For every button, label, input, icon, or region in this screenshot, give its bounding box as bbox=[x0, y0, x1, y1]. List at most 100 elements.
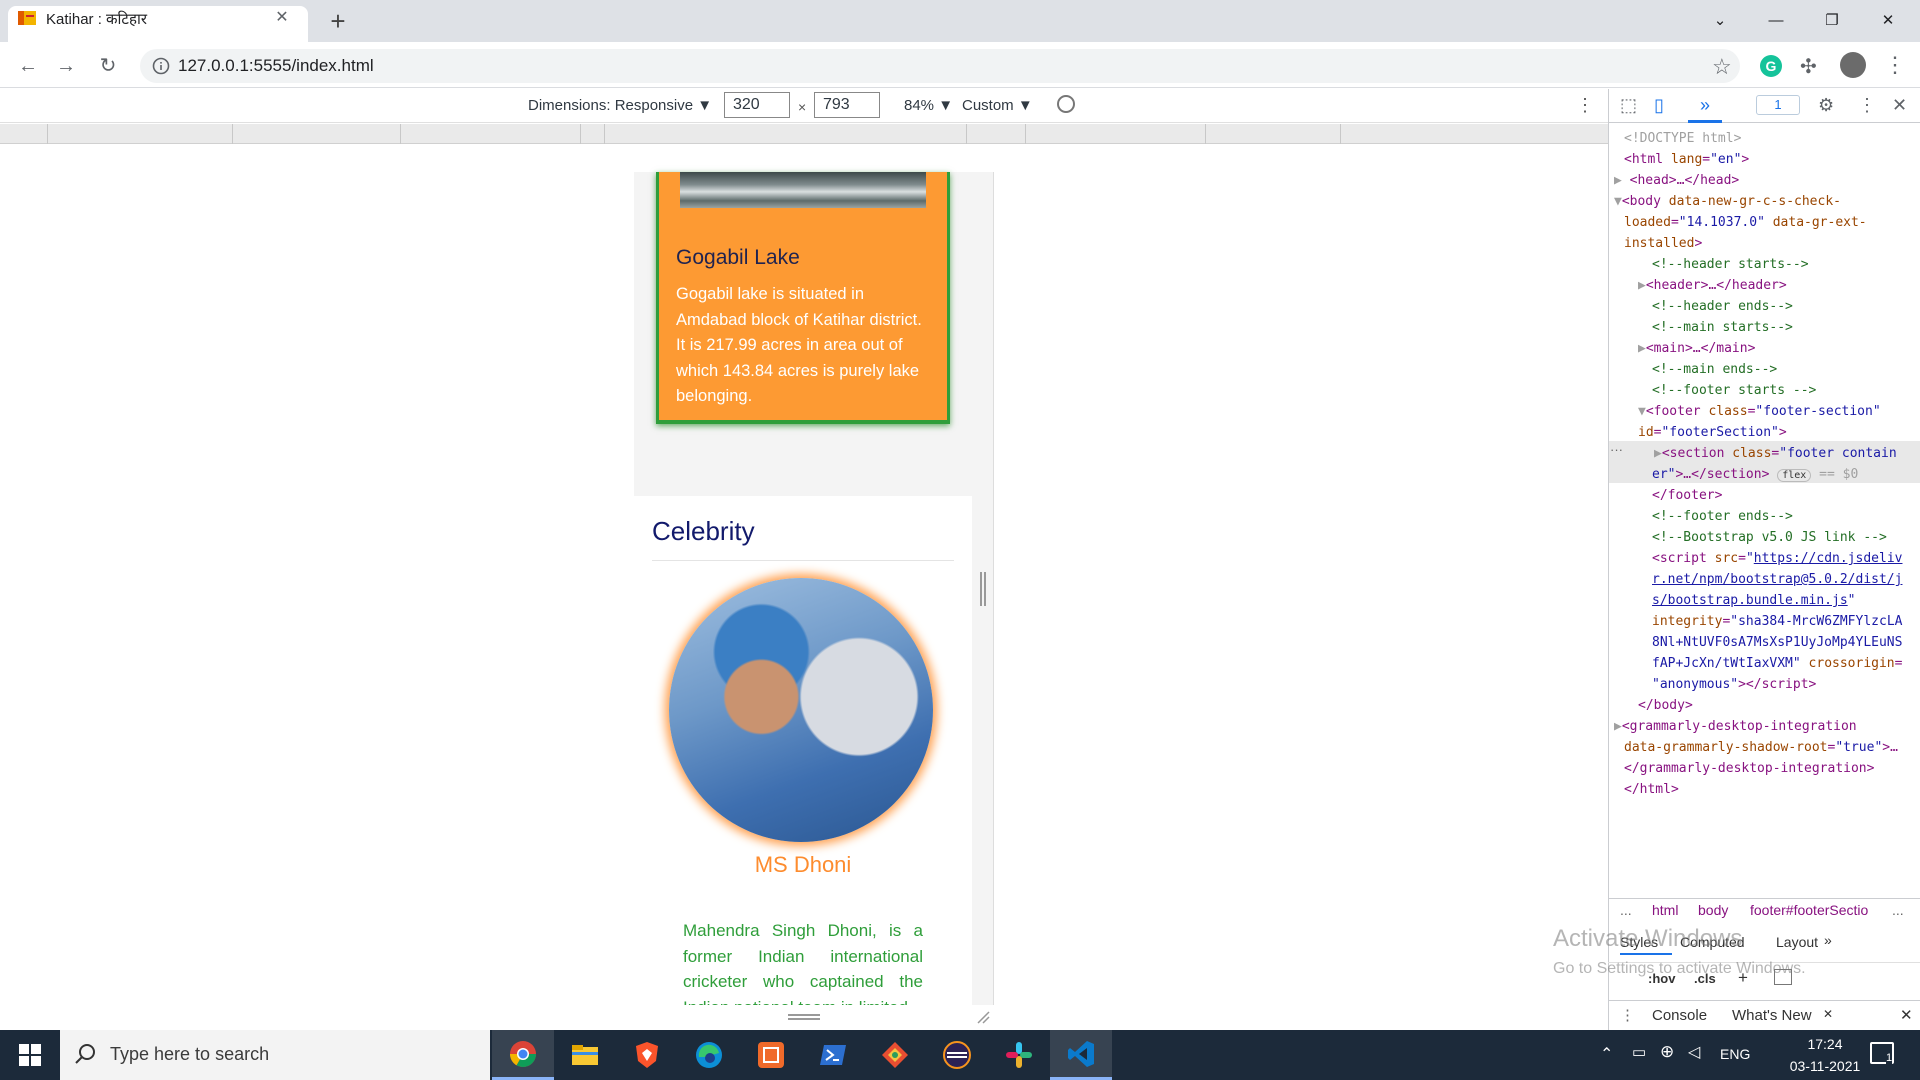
comment-main-ends[interactable]: <!--main ends--> bbox=[1652, 359, 1777, 380]
footer-attr-line[interactable]: id="footerSection"> bbox=[1638, 422, 1787, 443]
url-text[interactable]: 127.0.0.1:5555/index.html bbox=[178, 56, 374, 76]
grammarly-attr-line[interactable]: data-grammarly-shadow-root="true">… bbox=[1624, 737, 1898, 758]
media-query-tick[interactable] bbox=[47, 124, 48, 144]
main-node[interactable]: ▶<main>…</main> bbox=[1638, 338, 1755, 359]
inspect-element-icon[interactable]: ⬚ bbox=[1620, 95, 1637, 115]
media-query-tick[interactable] bbox=[1025, 124, 1026, 144]
rotate-icon[interactable] bbox=[1057, 95, 1075, 113]
device-toggle-icon[interactable]: ▯ bbox=[1654, 95, 1664, 115]
brave-taskbar-icon[interactable] bbox=[616, 1030, 678, 1080]
html-open-line[interactable]: <html lang="en"> bbox=[1624, 149, 1749, 170]
height-resize-handle[interactable] bbox=[788, 1014, 820, 1020]
git-taskbar-icon[interactable] bbox=[864, 1030, 926, 1080]
close-whats-new-icon[interactable]: ✕ bbox=[1823, 1007, 1833, 1021]
comment-header-ends[interactable]: <!--header ends--> bbox=[1652, 296, 1793, 317]
drawer-tab-console[interactable]: Console bbox=[1652, 1007, 1707, 1024]
body-close-line[interactable]: </body> bbox=[1638, 695, 1693, 716]
footer-node[interactable]: ▼<footer class="footer-section" bbox=[1638, 401, 1881, 422]
info-icon[interactable] bbox=[152, 57, 170, 75]
breadcrumb-footer[interactable]: footer#footerSectio bbox=[1750, 902, 1868, 918]
media-query-tick[interactable] bbox=[966, 124, 967, 144]
breadcrumb-html[interactable]: html bbox=[1652, 902, 1678, 918]
script-integrity-line[interactable]: integrity="sha384-MrcW6ZMFYlzcLA bbox=[1652, 611, 1902, 632]
script-crossorigin-line[interactable]: "anonymous"></script> bbox=[1652, 674, 1816, 695]
drawer-tab-whats-new[interactable]: What's New bbox=[1732, 1007, 1812, 1024]
postman-taskbar-icon[interactable] bbox=[740, 1030, 802, 1080]
powershell-taskbar-icon[interactable] bbox=[802, 1030, 864, 1080]
drawer-menu-icon[interactable]: ⋮ bbox=[1620, 1006, 1635, 1024]
notification-center-icon[interactable]: 1 bbox=[1870, 1042, 1894, 1064]
minimize-button[interactable]: — bbox=[1748, 0, 1804, 40]
media-query-tick[interactable] bbox=[580, 124, 581, 144]
header-node[interactable]: ▶<header>…</header> bbox=[1638, 275, 1787, 296]
more-tabs-icon[interactable]: » bbox=[1700, 95, 1710, 115]
profile-avatar[interactable] bbox=[1840, 52, 1866, 78]
grammarly-close-line[interactable]: </grammarly-desktop-integration> bbox=[1624, 758, 1874, 779]
dimensions-dropdown[interactable]: Dimensions: Responsive ▼ bbox=[528, 97, 712, 114]
bookmark-star-icon[interactable]: ☆ bbox=[1712, 54, 1732, 80]
forward-icon[interactable]: → bbox=[54, 54, 78, 78]
vscode-taskbar-icon[interactable] bbox=[1050, 1030, 1112, 1080]
maximize-button[interactable]: ❐ bbox=[1804, 0, 1860, 40]
html-close-line[interactable]: </html> bbox=[1624, 779, 1679, 800]
throttle-dropdown[interactable]: Custom ▼ bbox=[962, 97, 1033, 114]
volume-icon[interactable]: ◁ bbox=[1688, 1042, 1700, 1062]
edge-taskbar-icon[interactable] bbox=[678, 1030, 740, 1080]
width-resize-handle[interactable] bbox=[980, 572, 986, 606]
script-node[interactable]: <script src="https://cdn.jsdeliv bbox=[1652, 548, 1902, 569]
comment-footer-starts[interactable]: <!--footer starts --> bbox=[1652, 380, 1816, 401]
device-toolbar-more-icon[interactable]: ⋮ bbox=[1576, 95, 1594, 116]
tab-layout[interactable]: Layout bbox=[1776, 934, 1818, 950]
height-input[interactable]: 793 bbox=[814, 92, 880, 118]
comment-main-starts[interactable]: <!--main starts--> bbox=[1652, 317, 1793, 338]
battery-icon[interactable]: ▭ bbox=[1632, 1043, 1646, 1061]
comment-header-starts[interactable]: <!--header starts--> bbox=[1652, 254, 1809, 275]
breadcrumb-body[interactable]: body bbox=[1698, 902, 1728, 918]
styles-more-tabs[interactable]: » bbox=[1824, 932, 1832, 948]
section-node[interactable]: ▶<section class="footer contain bbox=[1654, 443, 1897, 464]
close-devtools-icon[interactable]: ✕ bbox=[1892, 95, 1907, 115]
media-query-tick[interactable] bbox=[1340, 124, 1341, 144]
settings-gear-icon[interactable]: ⚙ bbox=[1818, 95, 1834, 115]
comment-bootstrap[interactable]: <!--Bootstrap v5.0 JS link --> bbox=[1652, 527, 1887, 548]
devtools-menu-icon[interactable]: ⋮ bbox=[1858, 95, 1876, 115]
width-input[interactable]: 320 bbox=[724, 92, 790, 118]
eclipse-taskbar-icon[interactable] bbox=[926, 1030, 988, 1080]
address-bar[interactable] bbox=[140, 49, 1740, 83]
head-node[interactable]: ▶ <head>…</head> bbox=[1614, 170, 1739, 191]
clock-date[interactable]: 03-11-2021 bbox=[1767, 1058, 1883, 1074]
issues-badge[interactable]: 1 bbox=[1756, 95, 1800, 115]
footer-close-line[interactable]: </footer> bbox=[1652, 485, 1722, 506]
tab-search-icon[interactable]: ⌄ bbox=[1692, 0, 1748, 40]
comment-footer-ends[interactable]: <!--footer ends--> bbox=[1652, 506, 1793, 527]
elements-tree[interactable]: <!DOCTYPE html> <html lang="en"> ▶ <head… bbox=[1614, 128, 1920, 888]
body-node[interactable]: ▼<body data-new-gr-c-s-check- bbox=[1614, 191, 1841, 212]
chrome-taskbar-icon[interactable] bbox=[492, 1030, 554, 1080]
language-indicator[interactable]: ENG bbox=[1720, 1046, 1750, 1062]
grammarly-node[interactable]: ▶<grammarly-desktop-integration bbox=[1614, 716, 1857, 737]
body-attr-line-2[interactable]: installed> bbox=[1624, 233, 1702, 254]
network-globe-icon[interactable]: ⊕ bbox=[1660, 1042, 1674, 1062]
search-placeholder[interactable]: Type here to search bbox=[110, 1044, 269, 1065]
extensions-puzzle-icon[interactable]: ✣ bbox=[1800, 54, 1817, 79]
script-src-line-3[interactable]: s/bootstrap.bundle.min.js" bbox=[1652, 590, 1856, 611]
back-icon[interactable]: ← bbox=[16, 54, 40, 78]
show-hidden-icons[interactable]: ⌃ bbox=[1600, 1044, 1613, 1064]
media-query-tick[interactable] bbox=[232, 124, 233, 144]
clock-time[interactable]: 17:24 bbox=[1790, 1036, 1860, 1052]
file-explorer-taskbar-icon[interactable] bbox=[554, 1030, 616, 1080]
zoom-dropdown[interactable]: 84% ▼ bbox=[904, 97, 953, 114]
script-src-line-2[interactable]: r.net/npm/bootstrap@5.0.2/dist/j bbox=[1652, 569, 1902, 590]
body-attr-line[interactable]: loaded="14.1037.0" data-gr-ext- bbox=[1624, 212, 1867, 233]
close-drawer-icon[interactable]: ✕ bbox=[1900, 1006, 1913, 1024]
close-window-button[interactable]: ✕ bbox=[1860, 0, 1916, 40]
windows-start-button[interactable] bbox=[0, 1030, 60, 1080]
media-query-tick[interactable] bbox=[1205, 124, 1206, 144]
media-query-tick[interactable] bbox=[604, 124, 605, 144]
doctype-line[interactable]: <!DOCTYPE html> bbox=[1624, 128, 1741, 149]
breadcrumb-more[interactable]: ... bbox=[1620, 902, 1632, 918]
tab-close-icon[interactable]: ✕ bbox=[274, 10, 290, 26]
script-integrity-line-2[interactable]: 8Nl+NtUVF0sA7MsXsP1UyJoMp4YLEuNS bbox=[1652, 632, 1902, 653]
new-tab-button[interactable]: + bbox=[324, 8, 352, 36]
section-attr-line[interactable]: er">…</section> flex == $0 bbox=[1652, 464, 1858, 486]
